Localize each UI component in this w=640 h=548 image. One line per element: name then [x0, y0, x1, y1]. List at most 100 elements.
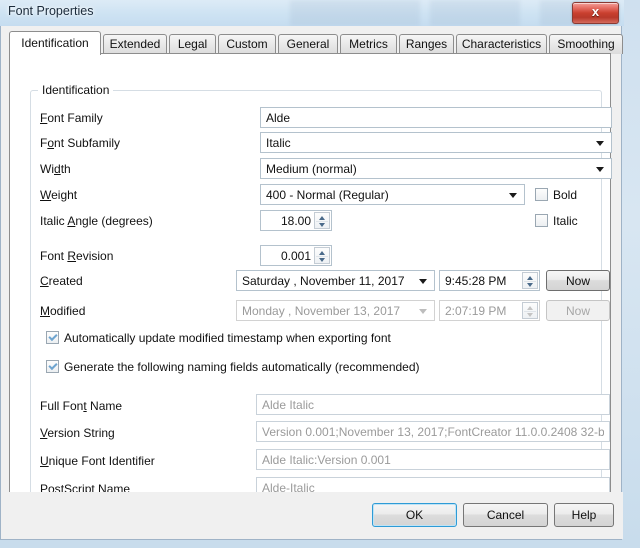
tab-characteristics[interactable]: Characteristics — [456, 34, 547, 54]
italic-checkbox[interactable] — [535, 214, 548, 227]
spinner-divider — [316, 221, 328, 222]
auto-update-modified-label: Automatically update modified timestamp … — [64, 331, 391, 345]
chevron-down-icon[interactable] — [596, 141, 604, 146]
close-icon: x — [591, 4, 600, 19]
bold-checkbox[interactable] — [535, 188, 548, 201]
cancel-button[interactable]: Cancel — [463, 503, 548, 527]
dialog-footer: OK Cancel Help — [1, 492, 623, 539]
created-time-spin-buttons[interactable] — [522, 272, 538, 289]
font-subfamily-combo[interactable]: Italic — [260, 132, 612, 153]
italic-angle-spinner[interactable]: 18.00 — [260, 210, 332, 231]
spinner-up-icon[interactable] — [527, 276, 533, 280]
version-string-input: Version 0.001;November 13, 2017;FontCrea… — [256, 421, 610, 442]
weight-label: Weight — [40, 188, 78, 202]
help-button-label: Help — [571, 508, 597, 522]
italic-angle-value: 18.00 — [280, 214, 311, 228]
version-string-value: Version 0.001;November 13, 2017;FontCrea… — [262, 425, 604, 439]
created-time-spinner[interactable]: 9:45:28 PM — [439, 270, 540, 291]
modified-time-spinner: 2:07:19 PM — [439, 300, 540, 321]
weight-value: 400 - Normal (Regular) — [266, 188, 389, 202]
spinner-up-icon — [527, 306, 533, 310]
font-family-value: Alde — [266, 111, 291, 125]
spinner-down-icon[interactable] — [319, 258, 325, 262]
generate-naming-label: Generate the following naming fields aut… — [64, 360, 420, 374]
tab-label: Ranges — [405, 37, 448, 51]
tab-legal[interactable]: Legal — [169, 34, 216, 54]
tab-metrics[interactable]: Metrics — [340, 34, 397, 54]
window-title: Font Properties — [8, 4, 94, 18]
group-box-legend: Identification — [38, 83, 114, 97]
spinner-divider — [524, 311, 536, 312]
desktop-ghost-1 — [290, 0, 420, 26]
created-date-value: Saturday , November 11, 2017 — [242, 274, 405, 288]
created-date-picker[interactable]: Saturday , November 11, 2017 — [236, 270, 435, 291]
font-revision-spin-buttons[interactable] — [314, 247, 330, 264]
width-combo[interactable]: Medium (normal) — [260, 158, 612, 179]
modified-now-button: Now — [546, 300, 610, 321]
font-revision-spinner[interactable]: 0.001 — [260, 245, 332, 266]
tab-label: Metrics — [349, 37, 388, 51]
created-now-button[interactable]: Now — [546, 270, 610, 291]
italic-angle-spin-buttons[interactable] — [314, 212, 330, 229]
font-subfamily-label: Font Subfamily — [40, 136, 121, 150]
chevron-down-icon[interactable] — [596, 167, 604, 172]
generate-naming-checkbox[interactable] — [46, 360, 59, 373]
full-font-name-label: Full Font Name — [40, 399, 123, 413]
tab-extended[interactable]: Extended — [103, 34, 167, 54]
font-revision-label: Font Revision — [40, 249, 114, 263]
unique-font-identifier-value: Alde Italic:Version 0.001 — [262, 453, 391, 467]
close-button[interactable]: x — [572, 2, 619, 24]
spinner-up-icon[interactable] — [319, 251, 325, 255]
italic-checkbox-label: Italic — [553, 214, 578, 228]
italic-angle-label: Italic Angle (degrees) — [40, 214, 153, 228]
modified-date-value: Monday , November 13, 2017 — [242, 304, 401, 318]
cancel-button-label: Cancel — [486, 508, 525, 522]
spinner-down-icon[interactable] — [527, 283, 533, 287]
tab-label: Custom — [226, 37, 268, 51]
ok-button-label: OK — [405, 508, 424, 522]
unique-font-identifier-input: Alde Italic:Version 0.001 — [256, 449, 610, 470]
spinner-divider — [316, 256, 328, 257]
spinner-down-icon[interactable] — [319, 223, 325, 227]
spinner-down-icon — [527, 313, 533, 317]
tab-general[interactable]: General — [278, 34, 338, 54]
font-revision-value: 0.001 — [280, 249, 311, 263]
font-family-label: Font Family — [40, 111, 103, 125]
weight-combo[interactable]: 400 - Normal (Regular) — [260, 184, 525, 205]
tab-smoothing[interactable]: Smoothing — [549, 34, 623, 54]
width-label: Width — [40, 162, 71, 176]
created-now-label: Now — [565, 274, 590, 288]
auto-update-modified-checkbox[interactable] — [46, 331, 59, 344]
font-subfamily-value: Italic — [266, 136, 291, 150]
created-label: Created — [40, 274, 83, 288]
desktop-ghost-2 — [430, 0, 520, 26]
help-button[interactable]: Help — [554, 503, 614, 527]
tab-label: Extended — [109, 37, 161, 51]
font-properties-window: Font Properties x Identification Extende… — [0, 0, 624, 542]
tab-custom[interactable]: Custom — [218, 34, 276, 54]
spinner-up-icon[interactable] — [319, 216, 325, 220]
tab-ranges[interactable]: Ranges — [399, 34, 454, 54]
ok-button[interactable]: OK — [372, 503, 457, 527]
modified-date-picker: Monday , November 13, 2017 — [236, 300, 435, 321]
modified-time-value: 2:07:19 PM — [445, 304, 507, 318]
tab-label: General — [286, 37, 330, 51]
modified-time-spin-buttons — [522, 302, 538, 319]
created-time-value: 9:45:28 PM — [445, 274, 507, 288]
title-bar[interactable]: Font Properties x — [0, 0, 624, 26]
chevron-down-icon[interactable] — [509, 193, 517, 198]
font-family-input[interactable]: Alde — [260, 107, 612, 128]
modified-now-label: Now — [565, 304, 590, 318]
tab-label: Characteristics — [461, 37, 542, 51]
width-value: Medium (normal) — [266, 162, 357, 176]
full-font-name-value: Alde Italic — [262, 398, 315, 412]
chevron-down-icon[interactable] — [419, 279, 427, 284]
chevron-down-icon — [419, 309, 427, 314]
unique-font-identifier-label: Unique Font Identifier — [40, 454, 155, 468]
tab-page-identification: Identification Font Family Alde Font Sub… — [9, 53, 612, 512]
tab-identification[interactable]: Identification — [9, 31, 101, 55]
modified-label: Modified — [40, 304, 86, 318]
spinner-divider — [524, 281, 536, 282]
tab-label: Legal — [177, 37, 208, 51]
tab-label: Smoothing — [557, 37, 615, 51]
